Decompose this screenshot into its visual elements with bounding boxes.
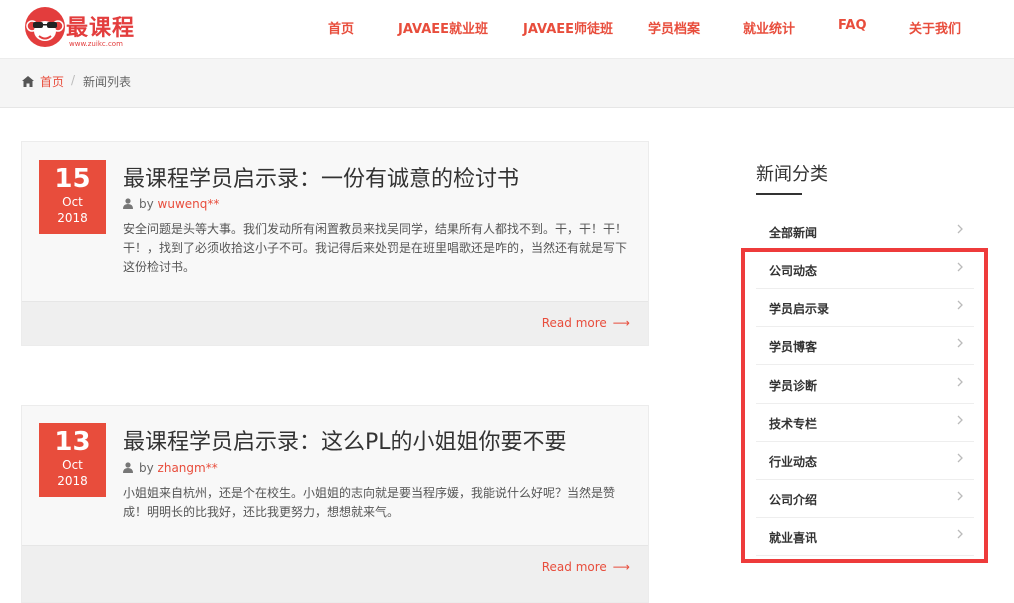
home-icon: [22, 76, 34, 87]
post-author: by zhangm**: [123, 461, 218, 475]
category-label: 行业动态: [769, 455, 818, 469]
category-all-news[interactable]: 全部新闻: [756, 213, 974, 251]
post-date-year: 2018: [57, 211, 88, 225]
chevron-right-icon: [957, 224, 963, 234]
user-icon: [123, 198, 133, 209]
read-more-label: Read more: [541, 560, 607, 574]
category-label: 公司动态: [769, 264, 818, 278]
category-label: 学员启示录: [769, 302, 830, 316]
sidebar-title-underline: [756, 193, 802, 195]
post-footer: Read more ⟶: [22, 545, 648, 602]
category-label: 全部新闻: [769, 226, 818, 240]
category-company-intro[interactable]: 公司介绍: [756, 480, 974, 518]
post-author-prefix: by: [139, 197, 154, 211]
category-label: 就业喜讯: [769, 531, 818, 545]
post-date-badge: 13 Oct 2018: [39, 423, 106, 497]
read-more-link[interactable]: Read more ⟶: [542, 560, 630, 574]
user-icon: [123, 462, 133, 473]
chevron-right-icon: [957, 300, 963, 310]
post-excerpt: 小姐姐来自杭州，还是个在校生。小姐姐的志向就是要当程序媛，我能说什么好呢？当然是…: [123, 486, 616, 519]
post-date-month: Oct: [62, 195, 83, 209]
read-more-label: Read more: [541, 316, 607, 330]
category-student-diagnosis[interactable]: 学员诊断: [756, 366, 974, 404]
breadcrumb: [0, 58, 1014, 108]
post-date-day: 13: [54, 427, 91, 457]
sidebar-title: 新闻分类: [756, 164, 828, 185]
post-title-link[interactable]: 最课程学员启示录：这么PL的小姐姐你要不要: [123, 424, 567, 456]
chevron-right-icon: [957, 415, 963, 425]
breadcrumb-separator: /: [71, 73, 76, 87]
post-excerpt: 安全问题是头等大事。我们发动所有闲置教员来找吴同学，结果所有人都找不到。干，干！…: [123, 222, 628, 274]
chevron-right-icon: [957, 491, 963, 501]
post-date-badge: 15 Oct 2018: [39, 160, 106, 234]
nav-javaee-apprentice-class[interactable]: JAVAEE师徒班: [523, 18, 613, 37]
category-label: 技术专栏: [769, 417, 818, 431]
breadcrumb-current: 新闻列表: [83, 75, 132, 89]
category-industry-news[interactable]: 行业动态: [756, 442, 974, 480]
post-title-link[interactable]: 最课程学员启示录：一份有诚意的检讨书: [123, 161, 519, 193]
chevron-right-icon: [957, 453, 963, 463]
nav-faq[interactable]: FAQ: [838, 18, 867, 33]
post-author-name[interactable]: wuwenq**: [158, 197, 220, 211]
news-post: 13 Oct 2018 最课程学员启示录：这么PL的小姐姐你要不要 by zha…: [21, 405, 649, 603]
chevron-right-icon: [957, 262, 963, 272]
post-author-prefix: by: [139, 461, 154, 475]
nav-employment-stats[interactable]: 就业统计: [743, 18, 795, 37]
category-label: 学员博客: [769, 340, 818, 354]
news-post: 15 Oct 2018 最课程学员启示录：一份有诚意的检讨书 by wuwenq…: [21, 141, 649, 346]
post-footer: Read more ⟶: [22, 301, 648, 345]
chevron-right-icon: [957, 377, 963, 387]
post-date-year: 2018: [57, 474, 88, 488]
nav-javaee-job-class[interactable]: JAVAEE就业班: [398, 18, 488, 37]
category-employment-news[interactable]: 就业喜讯: [756, 518, 974, 556]
category-label: 公司介绍: [769, 493, 818, 507]
nav-student-archive[interactable]: 学员档案: [648, 18, 700, 37]
chevron-right-icon: [957, 338, 963, 348]
read-more-link[interactable]: Read more ⟶: [542, 316, 630, 330]
post-date-month: Oct: [62, 458, 83, 472]
arrow-right-icon: ⟶: [612, 316, 630, 330]
main-nav: 首页 JAVAEE就业班 JAVAEE师徒班 学员档案 就业统计 FAQ 关于我…: [0, 0, 1014, 58]
post-author-name[interactable]: zhangm**: [158, 461, 218, 475]
post-author: by wuwenq**: [123, 197, 219, 211]
site-header: 最课程 www.zuikc.com 首页 JAVAEE就业班 JAVAEE师徒班…: [0, 0, 1014, 58]
category-company-news[interactable]: 公司动态: [756, 251, 974, 289]
category-student-insights[interactable]: 学员启示录: [756, 289, 974, 327]
category-tech-column[interactable]: 技术专栏: [756, 404, 974, 442]
nav-home[interactable]: 首页: [328, 18, 354, 37]
nav-about-us[interactable]: 关于我们: [909, 18, 961, 37]
category-label: 学员诊断: [769, 379, 818, 393]
post-date-day: 15: [54, 164, 91, 194]
chevron-right-icon: [957, 529, 963, 539]
breadcrumb-home-link[interactable]: 首页: [40, 73, 64, 90]
category-student-blog[interactable]: 学员博客: [756, 327, 974, 365]
arrow-right-icon: ⟶: [612, 560, 630, 574]
